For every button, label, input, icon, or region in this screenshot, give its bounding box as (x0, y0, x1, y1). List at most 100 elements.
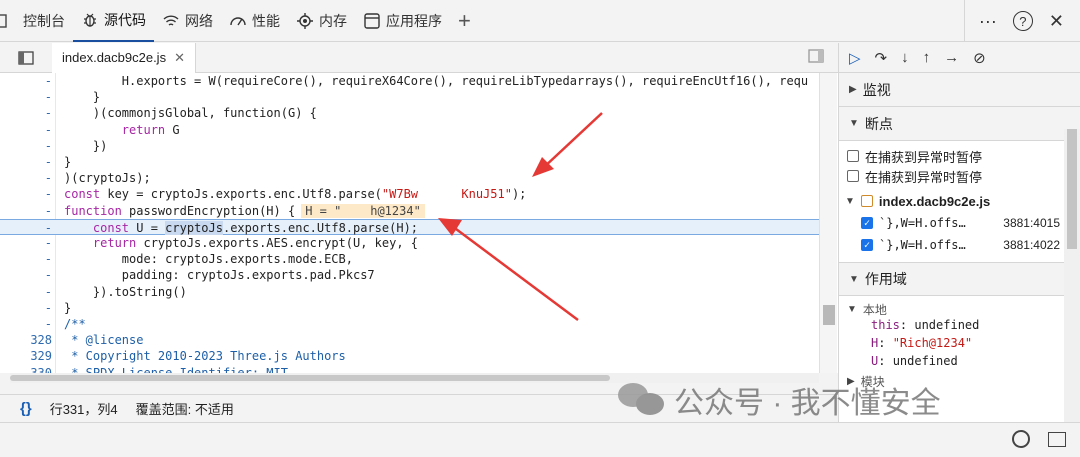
line-number[interactable]: - (12, 73, 52, 89)
drawer-bar (0, 422, 1080, 457)
line-number[interactable]: 328 (12, 332, 52, 348)
code-line[interactable]: 328 * @license (0, 332, 820, 348)
line-number[interactable]: - (12, 105, 52, 121)
watermark-text: 公众号 · 我不懂安全 (674, 387, 941, 420)
line-number[interactable]: - (12, 300, 52, 316)
editor-h-scroll-thumb[interactable] (10, 375, 610, 381)
deactivate-breakpoints-icon[interactable]: ⊘ (973, 49, 986, 67)
tab-performance[interactable]: 性能 (221, 0, 288, 42)
tab-network[interactable]: 网络 (154, 0, 221, 42)
code-line[interactable]: - const U = cryptoJs.exports.enc.Utf8.pa… (0, 218, 820, 236)
line-number[interactable]: - (12, 267, 52, 283)
line-number[interactable]: - (12, 251, 52, 267)
line-number[interactable]: 329 (12, 348, 52, 364)
tab-memory-label: 内存 (319, 12, 347, 29)
breakpoint-checkbox[interactable]: ✓ (861, 239, 873, 251)
breakpoint-item[interactable]: ✓ `},W=H.offs… 3881:4015 (839, 212, 1080, 234)
file-tab[interactable]: index.dacb9c2e.js ✕ (52, 42, 196, 73)
line-number[interactable]: - (12, 220, 52, 236)
console-icon (0, 13, 7, 28)
pause-uncaught-checkbox[interactable] (847, 150, 859, 162)
close-icon[interactable]: ✕ (1049, 11, 1064, 32)
line-number[interactable]: - (12, 122, 52, 138)
line-number[interactable]: - (12, 138, 52, 154)
editor-vertical-scrollbar[interactable] (819, 73, 837, 373)
code-text: const key = cryptoJs.exports.enc.Utf8.pa… (64, 187, 527, 202)
pause-caught-row[interactable]: 在捕获到异常时暂停 (839, 166, 1080, 186)
line-number[interactable]: 330 (12, 365, 52, 373)
toggle-debugger-button[interactable] (808, 49, 824, 66)
code-text: return cryptoJs.exports.AES.encrypt(U, k… (92, 236, 419, 250)
scope-variable[interactable]: this: undefined (839, 318, 1080, 336)
tab-console[interactable]: 控制台 (0, 0, 73, 42)
step-into-icon[interactable]: ↓ (901, 49, 909, 66)
pretty-print-button[interactable]: {} (20, 400, 32, 417)
breakpoints-section-header[interactable]: ▼ 断点 (839, 107, 1080, 141)
line-number[interactable]: - (12, 316, 52, 332)
line-number[interactable]: - (12, 154, 52, 170)
code-line[interactable]: - return G (0, 122, 820, 138)
debugger-toolbar: ▷ ↷ ↓ ↑ → ⊘ (839, 43, 1080, 73)
code-line[interactable]: - function passwordEncryption(H) {H = " h… (0, 203, 820, 219)
breakpoint-file-group[interactable]: ▼ index.dacb9c2e.js (839, 190, 1080, 212)
cursor-position: 行331，列4 (49, 402, 118, 417)
debugger-scroll-thumb[interactable] (1067, 129, 1077, 249)
code-line[interactable]: 329 * Copyright 2010-2023 Three.js Autho… (0, 348, 820, 364)
add-tab-button[interactable]: + (450, 0, 479, 42)
dock-icon[interactable] (1048, 432, 1066, 447)
scope-variable[interactable]: H: "Rich@1234" (839, 336, 1080, 354)
chip-icon (297, 12, 313, 29)
tab-memory[interactable]: 内存 (288, 0, 355, 42)
code-line[interactable]: -)(cryptoJs); (0, 170, 820, 186)
tab-network-label: 网络 (185, 12, 213, 29)
expanded-triangle-icon: ▼ (849, 118, 859, 129)
step-icon[interactable]: → (944, 49, 959, 66)
code-line[interactable]: - return cryptoJs.exports.AES.encrypt(U,… (0, 235, 820, 251)
more-options-icon[interactable]: ··· (979, 11, 997, 32)
code-line[interactable]: 330 * SPDX-License-Identifier: MIT (0, 365, 820, 373)
code-editor[interactable]: - H.exports = W(requireCore(), requireX6… (0, 73, 838, 373)
code-line[interactable]: - } (0, 89, 820, 105)
tab-application[interactable]: 应用程序 (355, 0, 450, 42)
code-line[interactable]: - padding: cryptoJs.exports.pad.Pkcs7 (0, 267, 820, 283)
watermark: 公众号 · 我不懂安全 (618, 378, 941, 422)
scope-variable[interactable]: U: undefined (839, 354, 1080, 372)
code-line[interactable]: - const key = cryptoJs.exports.enc.Utf8.p… (0, 186, 820, 202)
help-icon[interactable]: ? (1012, 11, 1033, 31)
code-line[interactable]: -} (0, 300, 820, 316)
watch-section-header[interactable]: ▶ 监视 (839, 73, 1080, 107)
code-line[interactable]: - }) (0, 138, 820, 154)
line-number[interactable]: - (12, 284, 52, 300)
debugger-scrollbar[interactable] (1064, 129, 1080, 422)
toggle-navigator-button[interactable] (0, 43, 52, 73)
tab-sources[interactable]: 源代码 (73, 0, 154, 42)
step-out-icon[interactable]: ↑ (923, 49, 931, 66)
breakpoint-item[interactable]: ✓ `},W=H.offs… 3881:4022 (839, 234, 1080, 256)
line-number[interactable]: - (12, 170, 52, 186)
code-line[interactable]: - mode: cryptoJs.exports.mode.ECB, (0, 251, 820, 267)
code-text: )(cryptoJs); (64, 171, 151, 186)
close-file-icon[interactable]: ✕ (174, 50, 185, 66)
editor-scroll-thumb[interactable] (823, 305, 835, 325)
rendering-icon[interactable] (1012, 430, 1030, 448)
resume-icon[interactable]: ▷ (849, 49, 861, 67)
pause-uncaught-row[interactable]: 在捕获到异常时暂停 (839, 146, 1080, 166)
line-number[interactable]: - (12, 203, 52, 219)
local-scope-header[interactable]: ▼ 本地 (839, 300, 1080, 318)
step-over-icon[interactable]: ↷ (875, 49, 888, 67)
code-text: }) (64, 138, 108, 153)
pause-caught-checkbox[interactable] (847, 170, 859, 182)
code-text: H.exports = W(requireCore(), requireX64C… (64, 74, 809, 88)
code-line[interactable]: - H.exports = W(requireCore(), requireX6… (0, 73, 820, 89)
scope-section-header[interactable]: ▼ 作用域 (839, 262, 1080, 296)
code-line[interactable]: -} (0, 154, 820, 170)
code-line[interactable]: - }).toString() (0, 284, 820, 300)
devtools-top-tabs: 控制台 源代码 网络 性能 内存 应用程序 + ··· ? ✕ (0, 0, 1080, 42)
line-number[interactable]: - (12, 186, 52, 202)
breakpoint-checkbox[interactable]: ✓ (861, 217, 873, 229)
code-line[interactable]: - )(commonjsGlobal, function(G) { (0, 105, 820, 121)
line-number[interactable]: - (12, 89, 52, 105)
line-number[interactable]: - (12, 235, 52, 251)
code-line[interactable]: -/** (0, 316, 820, 332)
code-text: const U = cryptoJs.exports.enc.Utf8.pars… (92, 220, 419, 235)
